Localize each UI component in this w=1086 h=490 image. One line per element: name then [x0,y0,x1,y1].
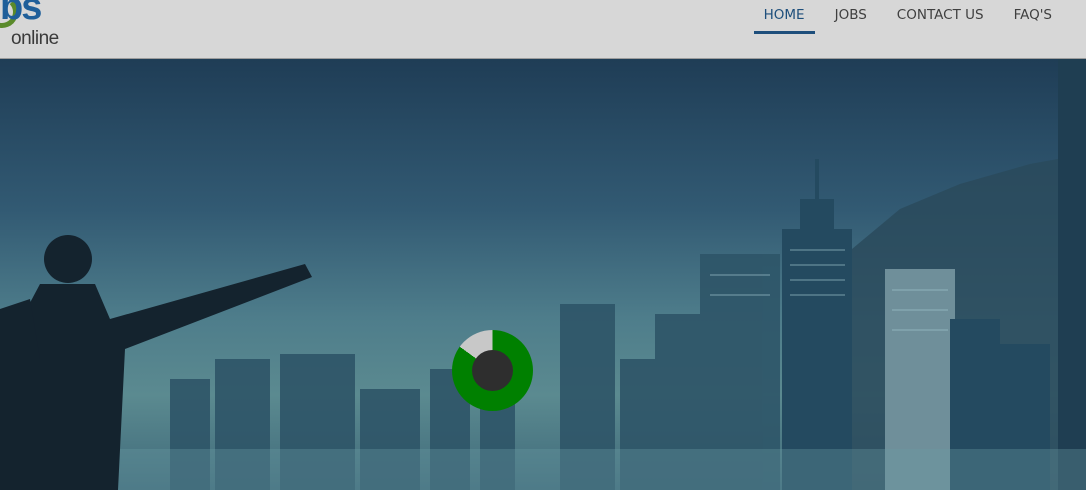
site-logo[interactable]: bs online [0,0,76,52]
site-header: bs online HOME JOBS CONTACT US FAQ'S [0,0,1086,59]
logo-subtext: online [11,28,59,49]
nav-jobs[interactable]: JOBS [825,0,877,34]
nav-faqs[interactable]: FAQ'S [1004,0,1062,34]
hero-banner [0,59,1086,490]
logo-text: bs [0,0,42,28]
nav-contact-us[interactable]: CONTACT US [887,0,994,34]
main-nav: HOME JOBS CONTACT US FAQ'S [744,0,1062,58]
loading-spinner-core [472,350,513,391]
nav-home[interactable]: HOME [753,0,815,34]
hero-skyline-image [0,59,1086,490]
loading-spinner-icon [452,330,533,411]
